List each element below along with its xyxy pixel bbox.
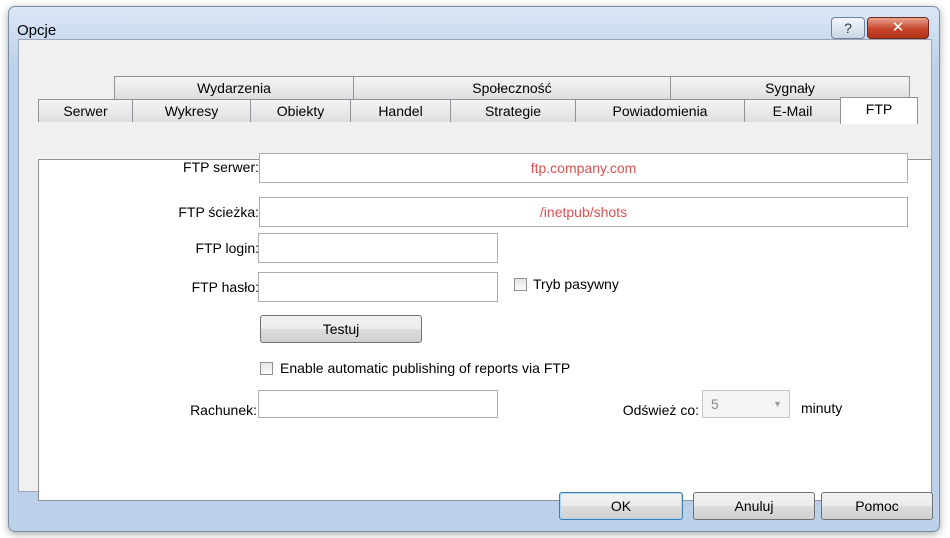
ftp-server-label: FTP serwer: [183,159,259,175]
tab-powiadomienia[interactable]: Powiadomienia [575,99,745,122]
tab-serwer[interactable]: Serwer [38,99,133,122]
passive-mode-checkbox[interactable] [514,278,527,291]
passive-mode-label: Tryb pasywny [533,276,619,292]
tab-handel[interactable]: Handel [350,99,451,122]
help-icon[interactable]: ? [831,17,865,39]
tab-wydarzenia[interactable]: Wydarzenia [114,76,354,99]
ftp-password-field[interactable] [258,272,498,302]
chevron-down-icon: ▼ [773,399,782,409]
refresh-label: Odśwież co: [622,402,699,418]
test-button[interactable]: Testuj [260,315,422,343]
tab-ftp[interactable]: FTP [840,97,918,124]
help-button[interactable]: Pomoc [821,492,933,520]
dialog-title: Opcje [17,22,57,39]
refresh-interval-value: 5 [711,396,719,412]
ftp-password-label: FTP hasło: [191,279,259,295]
refresh-interval-select[interactable]: 5 ▼ [702,390,790,418]
tab-sygnaly[interactable]: Sygnały [670,76,910,99]
ftp-login-label: FTP login: [195,240,259,256]
cancel-button[interactable]: Anuluj [693,492,815,520]
tab-strategie[interactable]: Strategie [450,99,576,122]
ftp-path-label: FTP ścieżka: [178,204,259,220]
options-dialog: Opcje ? ✕ Wydarzenia Społeczność Sygnały… [8,6,940,532]
close-icon[interactable]: ✕ [867,17,929,39]
ftp-server-field[interactable]: ftp.company.com [259,153,908,183]
auto-publish-label: Enable automatic publishing of reports v… [280,360,571,376]
tab-spolecznosc[interactable]: Społeczność [353,76,671,99]
tab-wykresy[interactable]: Wykresy [132,99,251,122]
ok-button[interactable]: OK [559,492,683,520]
dialog-content: Wydarzenia Społeczność Sygnały Serwer Wy… [18,39,932,501]
refresh-unit-label: minuty [801,400,843,416]
ftp-path-field[interactable]: /inetpub/shots [259,197,908,227]
auto-publish-checkbox[interactable] [260,362,273,375]
tab-email[interactable]: E-Mail [744,99,841,122]
account-field[interactable] [258,390,498,418]
tab-obiekty[interactable]: Obiekty [250,99,351,122]
account-label: Rachunek: [190,402,257,418]
ftp-login-field[interactable] [258,233,498,263]
